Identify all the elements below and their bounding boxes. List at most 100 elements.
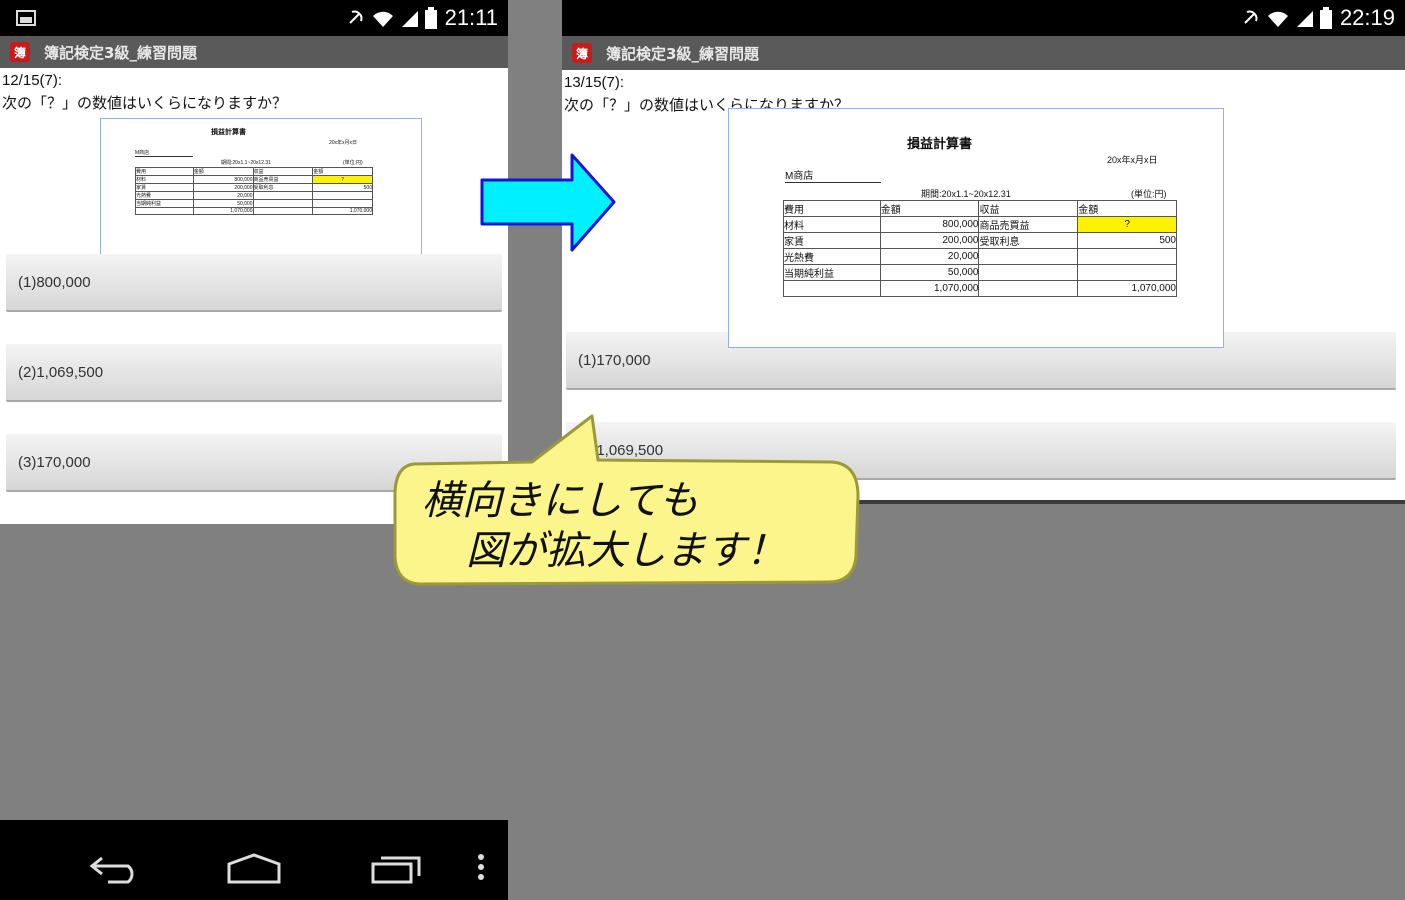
table-cell: 20,000 — [192, 191, 254, 200]
rotate-icon — [1244, 10, 1258, 24]
signal-icon — [1296, 11, 1313, 27]
screenshot-icon — [16, 10, 36, 26]
table-header: 収益 — [978, 200, 1079, 217]
table-header-row: 費用 金額 収益 金額 — [783, 200, 1177, 217]
statement-period: 期間:20x1.1~20x12.31 — [221, 160, 271, 166]
overflow-menu-icon[interactable] — [476, 852, 486, 886]
question-figure-enlarged[interactable]: 損益計算書 20x年x月x日 M商店 期間:20x1.1~20x12.31 (単… — [728, 108, 1224, 348]
table-cell: 1,070,000 — [1077, 280, 1177, 297]
statement-store: M商店 — [135, 149, 193, 157]
table-cell: 1,070,000 — [879, 280, 980, 297]
table-cell: 500 — [312, 183, 373, 192]
table-cell: 200,000 — [879, 232, 980, 249]
answer-button-1[interactable]: (1)800,000 — [6, 254, 502, 312]
app-title: 簿記検定3級_練習問題 — [44, 43, 197, 62]
table-cell: 1,070,000 — [192, 207, 254, 215]
app-icon: 簿 — [10, 42, 30, 62]
recent-apps-icon[interactable] — [370, 852, 424, 886]
income-statement: 損益計算書 20x年x月x日 M商店 期間:20x1.1~20x12.31 (単… — [101, 119, 421, 261]
table-row: 光熱費 20,000 — [135, 191, 373, 200]
statement-unit: (単位:円) — [1131, 189, 1167, 199]
table-row: 光熱費 20,000 — [783, 248, 1177, 265]
right-app-bar: 簿 簿記検定3級_練習問題 — [562, 36, 1405, 70]
battery-icon — [424, 7, 437, 29]
question-number: 12/15(7): — [2, 72, 63, 89]
table-cell: 材料 — [135, 175, 194, 184]
table-row: 材料 800,000 商品売買益 ? — [783, 216, 1177, 233]
signal-icon — [401, 11, 418, 27]
table-row: 当期純利益 50,000 — [783, 264, 1177, 281]
table-row: 材料 800,000 商品売買益 ? — [135, 175, 373, 184]
table-cell — [135, 207, 194, 215]
table-cell: 受取利息 — [252, 183, 314, 192]
table-row: 家賃 200,000 受取利息 500 — [135, 183, 373, 192]
table-header: 金額 — [192, 167, 254, 176]
table-cell — [252, 207, 314, 215]
table-cell — [252, 191, 314, 200]
table-header: 収益 — [252, 167, 314, 176]
statement-store: M商店 — [785, 167, 881, 183]
table-cell: 800,000 — [192, 175, 254, 184]
app-title: 簿記検定3級_練習問題 — [606, 44, 759, 63]
table-row: 当期純利益 50,000 — [135, 199, 373, 208]
income-statement: 損益計算書 20x年x月x日 M商店 期間:20x1.1~20x12.31 (単… — [729, 109, 1223, 347]
table-cell: 20,000 — [879, 248, 980, 265]
table-header: 費用 — [135, 167, 194, 176]
statement-title: 損益計算書 — [907, 136, 973, 151]
table-cell: 50,000 — [192, 199, 254, 208]
table-cell: 商品売買益 — [978, 216, 1079, 233]
table-cell: 1,070,000 — [312, 207, 373, 215]
right-content: 13/15(7): 次の「？」の数値はいくらになりますか？ (1)170,000… — [562, 70, 1405, 504]
table-cell: 800,000 — [879, 216, 980, 233]
statement-unit: (単位:円) — [343, 160, 363, 166]
table-cell — [978, 264, 1079, 281]
app-icon: 簿 — [572, 43, 592, 63]
table-header: 金額 — [879, 200, 980, 217]
navigation-bar — [0, 820, 508, 900]
callout-line-2: 図が拡大します！ — [466, 528, 786, 574]
table-cell: 200,000 — [192, 183, 254, 192]
table-cell: 光熱費 — [135, 191, 194, 200]
statement-period: 期間:20x1.1~20x12.31 — [921, 189, 1011, 199]
left-status-bar: 21:11 — [0, 0, 508, 36]
table-cell: 光熱費 — [783, 248, 881, 265]
left-app-bar: 簿 簿記検定3級_練習問題 — [0, 36, 508, 68]
callout-bubble: 横向きにしても 図が拡大します！ — [392, 414, 860, 586]
table-cell: 家賃 — [135, 183, 194, 192]
right-arrow-icon — [480, 153, 616, 252]
table-cell — [312, 199, 373, 208]
battery-icon — [1319, 7, 1332, 29]
table-cell: 当期純利益 — [135, 199, 194, 208]
table-row: 家賃 200,000 受取利息 500 — [783, 232, 1177, 249]
table-cell — [978, 280, 1079, 297]
table-cell — [1077, 248, 1177, 265]
table-cell — [252, 199, 314, 208]
back-icon[interactable] — [88, 852, 142, 886]
table-header: 金額 — [1077, 200, 1177, 217]
unknown-value-cell: ? — [1077, 216, 1177, 233]
home-icon[interactable] — [226, 852, 282, 886]
statement-table: 費用 金額 収益 金額 材料 800,000 商品売買益 ? 家賃 200,00… — [135, 167, 373, 215]
table-cell: 当期純利益 — [783, 264, 881, 281]
statement-table: 費用 金額 収益 金額 材料 800,000 商品売買益 ? 家賃 200,00… — [783, 200, 1177, 297]
answer-button-2[interactable]: (2)1,069,500 — [6, 344, 502, 402]
question-figure[interactable]: 損益計算書 20x年x月x日 M商店 期間:20x1.1~20x12.31 (単… — [100, 118, 422, 262]
right-status-bar: 22:19 — [562, 0, 1405, 36]
question-text: 次の「？」の数値はいくらになりますか？ — [2, 95, 288, 112]
table-cell: 50,000 — [879, 264, 980, 281]
unknown-value-cell: ? — [312, 175, 373, 184]
table-header: 金額 — [312, 167, 373, 176]
status-time: 22:19 — [1339, 5, 1395, 30]
statement-date: 20x年x月x日 — [329, 140, 358, 146]
table-cell — [1077, 264, 1177, 281]
table-cell: 家賃 — [783, 232, 881, 249]
rotate-icon — [348, 10, 362, 24]
table-header-row: 費用 金額 収益 金額 — [135, 167, 373, 176]
table-total-row: 1,070,000 1,070,000 — [783, 280, 1177, 297]
table-header: 費用 — [783, 200, 881, 217]
table-cell: 受取利息 — [978, 232, 1079, 249]
table-cell — [312, 191, 373, 200]
table-total-row: 1,070,000 1,070,000 — [135, 207, 373, 215]
arrow-shape — [480, 153, 616, 252]
table-cell — [783, 280, 881, 297]
